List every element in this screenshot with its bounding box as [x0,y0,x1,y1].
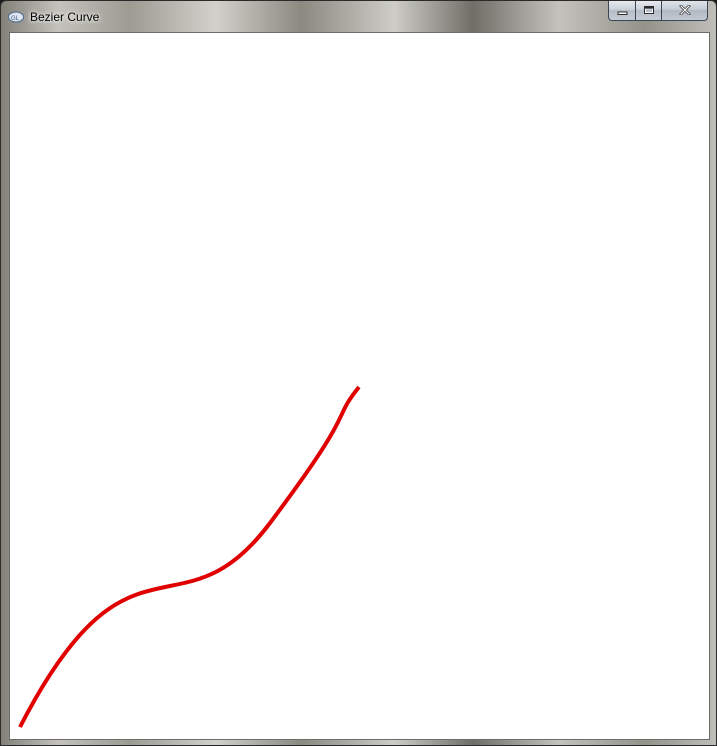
minimize-button[interactable] [608,1,635,21]
bezier-curve [18,385,361,728]
bezier-curve-plot [18,385,361,728]
app-window: GL Bezier Curve [0,0,717,746]
window-controls [608,1,708,22]
maximize-button[interactable] [635,1,661,21]
close-button[interactable] [661,1,708,21]
minimize-icon [617,2,628,20]
maximize-icon [643,2,655,20]
svg-text:GL: GL [11,16,20,22]
title-bar[interactable]: GL Bezier Curve [1,1,716,32]
glut-app-icon[interactable]: GL [8,10,24,23]
close-icon [678,2,691,20]
window-title: Bezier Curve [30,10,100,24]
drawing-canvas[interactable] [9,32,710,740]
